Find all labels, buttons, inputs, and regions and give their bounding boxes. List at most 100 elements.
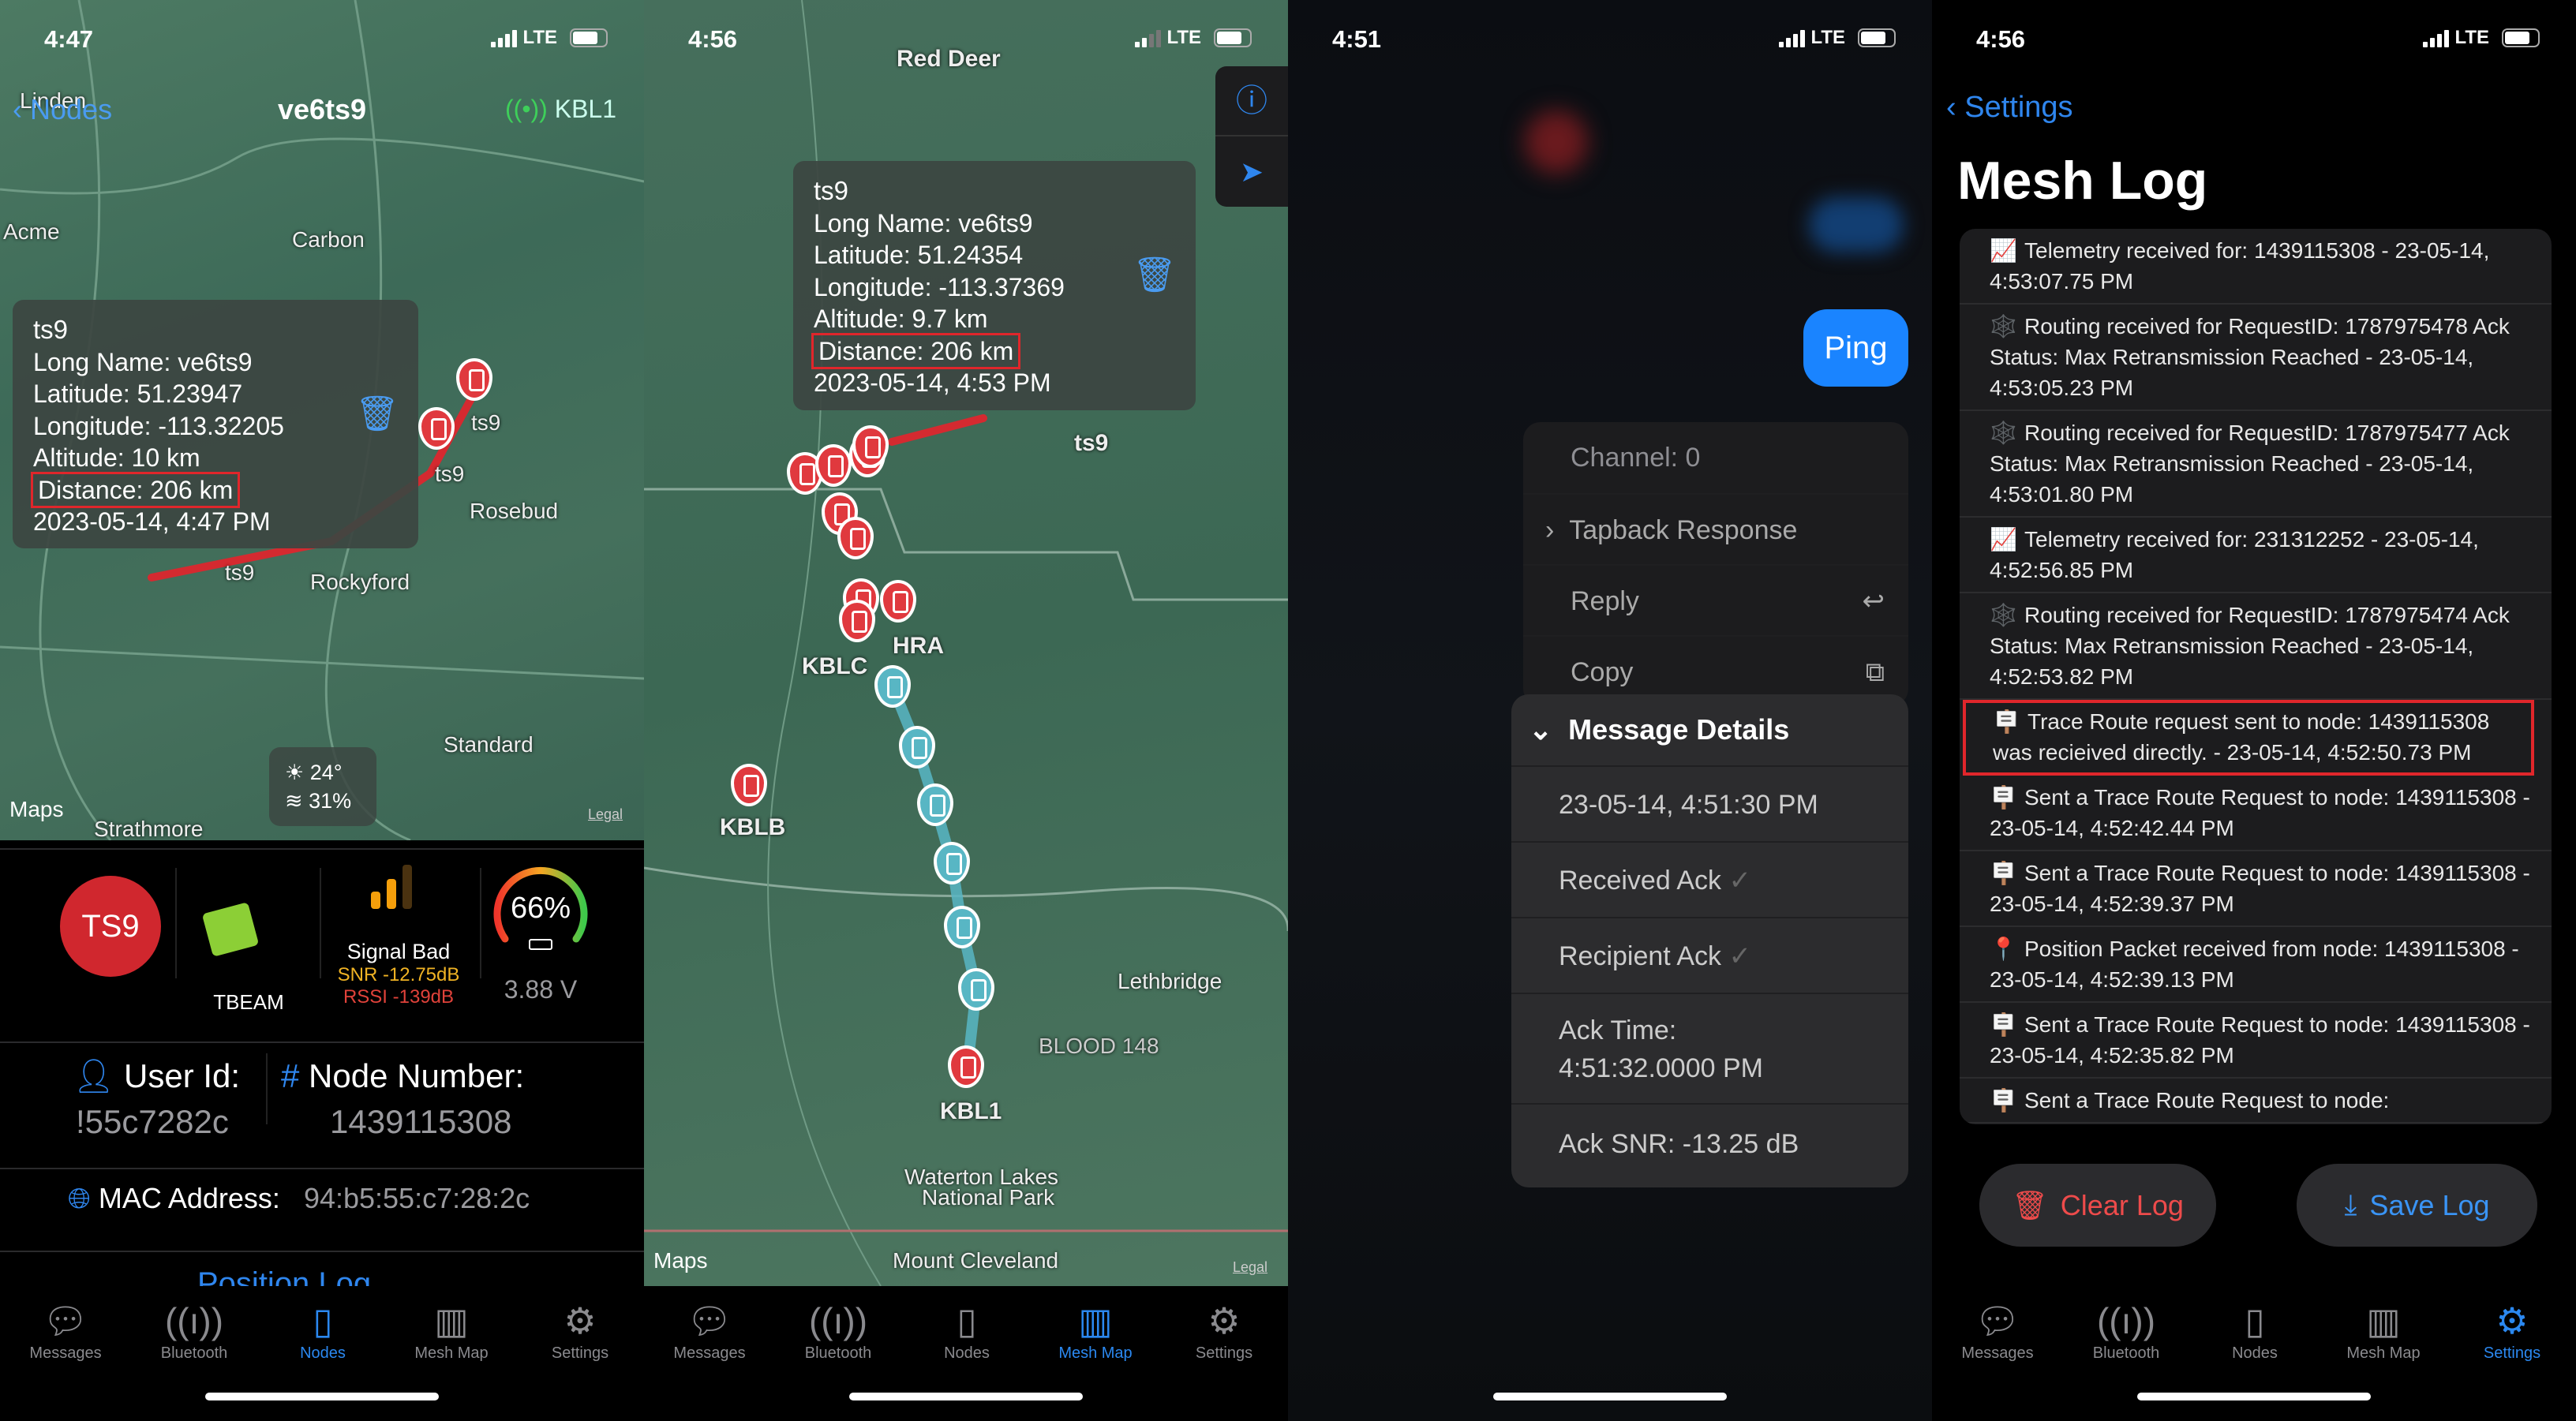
map-label: ts9: [225, 560, 255, 585]
log-text: Routing received for RequestID: 17879754…: [1990, 314, 2510, 400]
home-indicator: [1493, 1393, 1727, 1400]
tab-messages[interactable]: 💬︎ Messages: [1938, 1297, 2057, 1363]
log-entry: 🪧 Sent a Trace Route Request to node: 143…: [1960, 851, 2552, 927]
node-detail-screen: Linden Acme Carbon ts9 ts9 Rosebud ts9 Rockyfor…: [0, 0, 644, 1421]
mac-address: 94:b5:55:c7:28:2c: [303, 1182, 530, 1214]
tab-bluetooth[interactable]: ((ı)) Bluetooth: [135, 1297, 253, 1363]
status-bar: 4:47 LTE: [0, 22, 644, 57]
message-time: 23-05-14, 4:51:30 PM: [1511, 765, 1908, 841]
tab-settings[interactable]: ⚙ Settings: [1165, 1297, 1283, 1363]
log-text: Sent a Trace Route Request to node:: [2024, 1088, 2390, 1112]
map-label: KBL1: [940, 1098, 1002, 1124]
back-button[interactable]: ‹ Settings: [1946, 91, 2073, 125]
globe-icon: 🌐︎: [68, 1182, 91, 1214]
log-entry: 📈 Telemetry received for: 231312252 - 23-…: [1960, 518, 2552, 593]
save-log-button[interactable]: ⤓ Save Log: [2297, 1164, 2537, 1247]
map-label: ts9: [1074, 430, 1109, 456]
map-label: KBLB: [720, 814, 786, 840]
map-label: Rockyford: [310, 570, 410, 594]
antenna-icon: ((ı)): [164, 1300, 224, 1341]
menu-tapback[interactable]: › Tapback Response: [1523, 493, 1908, 564]
snr-value: SNR -12.75dB: [337, 964, 460, 985]
tab-label: Nodes: [944, 1344, 990, 1362]
tab-bar: 💬︎ Messages ((ı)) Bluetooth ▯ Nodes ▥ Mesh Map ⚙…: [0, 1286, 644, 1421]
legal-link[interactable]: Legal: [1233, 1259, 1267, 1276]
battery-voltage: 3.88 V: [504, 975, 578, 1004]
map-label: Lethbridge: [1118, 969, 1222, 993]
tab-settings[interactable]: ⚙ Settings: [521, 1297, 639, 1363]
tab-label: Bluetooth: [160, 1344, 228, 1362]
speech-bubble-icon: 💬︎: [686, 1300, 733, 1341]
tab-bluetooth[interactable]: ((ı)) Bluetooth: [779, 1297, 897, 1363]
home-indicator: [849, 1393, 1083, 1400]
gear-icon: ⚙: [1208, 1300, 1241, 1341]
reply-icon: ↩: [1862, 586, 1885, 616]
log-entry: 🪧 Sent a Trace Route Request to node:: [1960, 1079, 2552, 1124]
log-list[interactable]: 📈 Telemetry received for: 1439115308 - 23…: [1960, 229, 2552, 1124]
menu-reply[interactable]: Reply ↩: [1523, 564, 1908, 635]
tab-label: Nodes: [300, 1344, 346, 1362]
map-label: ts9: [435, 462, 465, 486]
tab-messages[interactable]: 💬︎ Messages: [650, 1297, 769, 1363]
signal-bars-icon: [371, 862, 418, 909]
menu-channel: Channel: 0: [1571, 443, 1701, 473]
tab-label: Messages: [1961, 1344, 2034, 1362]
tab-nodes[interactable]: ▯ Nodes: [2196, 1297, 2314, 1363]
tab-bar: 💬︎ Messages ((ı)) Bluetooth ▯ Nodes ▥ Mesh Map ⚙…: [644, 1286, 1288, 1421]
log-entry: 🪧 Sent a Trace Route Request to node: 143…: [1960, 1003, 2552, 1079]
hardware-model: TBEAM: [213, 990, 284, 1014]
gear-icon: ⚙: [2496, 1300, 2529, 1341]
info-icon[interactable]: ⓘ: [1215, 66, 1288, 136]
tab-nodes[interactable]: ▯ Nodes: [908, 1297, 1026, 1363]
device-icon: ▯: [957, 1300, 977, 1341]
status-bar: 4:56 LTE: [1932, 22, 2576, 57]
log-text: Position Packet received from node: 1439…: [1990, 937, 2519, 992]
trash-icon[interactable]: 🗑: [1133, 258, 1177, 292]
message-menu-screen: 4:51 LTE Ping Channel: 0 › Tapback Respon…: [1288, 0, 1932, 1421]
page-title: Mesh Log: [1957, 151, 2208, 211]
details-header[interactable]: ⌄ Message Details: [1511, 694, 1908, 765]
connected-node[interactable]: ((•)) KBL1: [505, 95, 616, 124]
gear-icon: ⚙: [564, 1300, 597, 1341]
location-arrow-icon[interactable]: ➤: [1215, 136, 1288, 207]
map-controls: ⓘ ➤: [1215, 66, 1288, 207]
map-icon: ▥: [1078, 1300, 1113, 1341]
log-entry: 🕸️ Routing received for RequestID: 178797…: [1960, 305, 2552, 411]
mesh-log-screen: 4:56 LTE ‹ Settings Mesh Log 📈 Telemetry r…: [1932, 0, 2576, 1421]
mesh-map-screen: Red Deer ts9 HRA KBLC KBLB Lethbridge BLOOD 14…: [644, 0, 1288, 1421]
tab-messages[interactable]: 💬︎ Messages: [6, 1297, 125, 1363]
log-icon: 🪧: [1993, 709, 2020, 734]
trash-icon[interactable]: 🗑: [355, 397, 399, 431]
log-text: Sent a Trace Route Request to node: 1439…: [1990, 1012, 2530, 1068]
log-icon: 📍: [1990, 937, 2017, 961]
clear-log-button[interactable]: 🗑 Clear Log: [1979, 1164, 2216, 1247]
tab-bluetooth[interactable]: ((ı)) Bluetooth: [2067, 1297, 2185, 1363]
device-image: [201, 902, 260, 957]
tab-label: Bluetooth: [804, 1344, 872, 1362]
popup-time: 2023-05-14, 4:47 PM: [33, 507, 271, 536]
node-info-popup: ts9 Long Name: ve6ts9 Latitude: 51.24354…: [793, 161, 1196, 410]
mesh-map[interactable]: Red Deer ts9 HRA KBLC KBLB Lethbridge BLOOD 14…: [644, 0, 1288, 1286]
map-label: Rosebud: [470, 499, 559, 523]
tab-label: Settings: [1195, 1344, 1253, 1362]
message-bubble[interactable]: Ping: [1803, 309, 1908, 387]
status-bar: 4:56 LTE: [644, 22, 1288, 57]
legal-link[interactable]: Legal: [588, 806, 623, 823]
temperature: 24°: [309, 761, 343, 784]
device-icon: ▯: [313, 1300, 333, 1341]
popup-distance: Distance: 206 km: [30, 471, 241, 508]
humidity: 31%: [309, 789, 352, 813]
log-icon: 🪧: [1990, 1088, 2017, 1112]
tab-settings[interactable]: ⚙ Settings: [2453, 1297, 2571, 1363]
map-label: Strathmore: [94, 817, 204, 841]
apple-maps-logo: Maps: [9, 797, 64, 821]
log-entry: 🕸️ Routing received for RequestID: 178797…: [1960, 593, 2552, 700]
tab-mesh-map[interactable]: ▥ Mesh Map: [392, 1297, 511, 1363]
tab-mesh-map[interactable]: ▥ Mesh Map: [2324, 1297, 2443, 1363]
status-bar: 4:51 LTE: [1288, 22, 1932, 57]
log-entry: 🪧 Trace Route request sent to node: 14391…: [1963, 700, 2534, 776]
tab-mesh-map[interactable]: ▥ Mesh Map: [1036, 1297, 1155, 1363]
log-text: Routing received for RequestID: 17879754…: [1990, 603, 2510, 689]
map-label: Standard: [444, 732, 534, 757]
tab-nodes[interactable]: ▯ Nodes: [264, 1297, 382, 1363]
